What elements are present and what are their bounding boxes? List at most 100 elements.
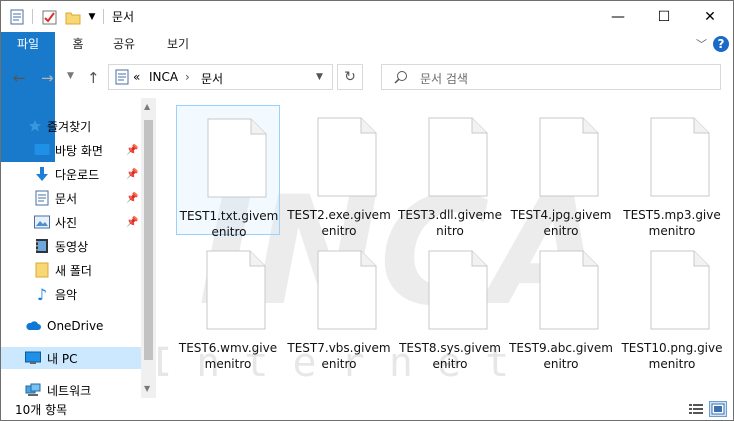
search-icon xyxy=(394,70,408,87)
nav-quick-access[interactable]: 즐겨찾기 xyxy=(1,115,141,137)
breadcrumb-inca[interactable]: INCA xyxy=(149,70,178,84)
nav-onedrive-label: OneDrive xyxy=(47,319,104,333)
file-name: TEST4.jpg.givemenitro xyxy=(510,208,612,238)
file-item[interactable]: TEST2.exe.givemenitro xyxy=(287,105,391,238)
breadcrumb-documents[interactable]: 문서 xyxy=(201,70,223,87)
file-item[interactable]: TEST5.mp3.givemenitro xyxy=(620,105,724,238)
videos-icon xyxy=(34,238,50,254)
nav-item-label: 문서 xyxy=(55,191,78,206)
nav-item-videos[interactable]: 동영상 xyxy=(1,235,141,257)
search-placeholder: 문서 검색 xyxy=(420,72,468,86)
refresh-button[interactable]: ↻ xyxy=(337,64,363,90)
tab-share[interactable]: 공유 xyxy=(103,32,145,56)
recent-locations-chevron-icon[interactable]: ▼ xyxy=(67,71,74,81)
address-bar[interactable]: « INCA › 문서 ▼ xyxy=(108,64,333,90)
tab-view[interactable]: 보기 xyxy=(157,32,199,56)
file-item[interactable]: TEST1.txt.givemenitro xyxy=(176,105,280,239)
file-item[interactable]: TEST7.vbs.givemenitro xyxy=(287,238,391,371)
help-button[interactable]: ? xyxy=(713,36,729,52)
nav-this-pc-label: 내 PC xyxy=(47,351,78,366)
file-item[interactable]: TEST8.sys.givemenitro xyxy=(398,238,502,371)
nav-scroll-thumb[interactable] xyxy=(144,120,153,360)
file-name: TEST10.png.givemenitro xyxy=(621,341,723,371)
blank-file-icon xyxy=(650,117,710,197)
checkmark-icon[interactable] xyxy=(39,7,59,27)
properties-icon[interactable] xyxy=(7,7,27,27)
new-folder-icon[interactable] xyxy=(63,7,83,27)
nav-quick-access-label: 즐겨찾기 xyxy=(47,119,92,134)
explorer-window: ▼ 문서 — ☐ ✕ 파일 홈 공유 보기 ﹀ ? ← → ▼ ↑ « INCA… xyxy=(0,0,734,421)
nav-item-label: 동영상 xyxy=(55,239,89,254)
maximize-button[interactable]: ☐ xyxy=(641,1,687,32)
nav-item-documents[interactable]: 문서 📌 xyxy=(1,187,141,209)
nav-item-downloads[interactable]: 다운로드 📌 xyxy=(1,163,141,185)
network-icon xyxy=(25,382,41,398)
close-button[interactable]: ✕ xyxy=(687,1,733,32)
desktop-icon xyxy=(34,142,50,158)
file-name: TEST2.exe.givemenitro xyxy=(287,208,391,238)
title-separator xyxy=(32,9,33,24)
nav-item-label: 다운로드 xyxy=(55,167,100,182)
tab-home[interactable]: 홈 xyxy=(61,32,95,56)
status-item-count: 10개 항목 xyxy=(15,403,68,417)
pin-icon: 📌 xyxy=(126,168,139,180)
large-icons-view-button[interactable] xyxy=(709,401,727,417)
file-name: TEST8.sys.givemenitro xyxy=(399,341,501,371)
documents-icon xyxy=(34,190,50,206)
onedrive-cloud-icon xyxy=(25,318,41,334)
nav-this-pc[interactable]: 내 PC xyxy=(1,347,141,369)
computer-icon xyxy=(25,350,41,366)
file-name: TEST3.dll.givemenitro xyxy=(398,208,502,238)
blank-file-icon xyxy=(650,250,710,330)
scroll-down-icon[interactable]: ▼ xyxy=(144,384,150,393)
window-title: 문서 xyxy=(112,10,135,24)
nav-item-music[interactable]: ♪ 음악 xyxy=(1,283,141,305)
ribbon-expand-chevron-icon[interactable]: ﹀ xyxy=(696,36,707,52)
file-name: TEST9.abc.givemenitro xyxy=(509,341,613,371)
address-dropdown-chevron-icon[interactable]: ▼ xyxy=(316,72,323,82)
customize-toolbar-chevron-icon[interactable]: ▼ xyxy=(85,7,99,27)
address-row: ← → ▼ ↑ « INCA › 문서 ▼ ↻ 문서 검색 xyxy=(1,57,733,97)
blank-file-icon xyxy=(428,117,488,197)
file-name: TEST6.wmv.givemenitro xyxy=(178,341,278,371)
forward-arrow-icon[interactable]: → xyxy=(41,69,54,87)
blank-file-icon xyxy=(317,117,377,197)
pictures-icon xyxy=(34,214,50,230)
file-name: TEST7.vbs.givemenitro xyxy=(287,341,391,371)
breadcrumb-separator-icon: › xyxy=(185,70,190,84)
blank-file-icon xyxy=(207,118,267,198)
file-item[interactable]: TEST6.wmv.givemenitro xyxy=(176,238,280,371)
pin-icon: 📌 xyxy=(126,144,139,156)
nav-item-label: 바탕 화면 xyxy=(55,143,103,158)
scroll-up-icon[interactable]: ▲ xyxy=(144,102,150,111)
file-item[interactable]: TEST3.dll.givemenitro xyxy=(398,105,502,238)
minimize-button[interactable]: — xyxy=(595,1,641,32)
large-icons-view-icon xyxy=(711,403,725,415)
address-overflow[interactable]: « xyxy=(133,70,140,84)
blank-file-icon xyxy=(539,117,599,197)
documents-location-icon xyxy=(115,69,129,88)
nav-onedrive[interactable]: OneDrive xyxy=(1,315,141,337)
download-icon xyxy=(34,166,50,182)
blank-file-icon xyxy=(539,250,599,330)
file-item[interactable]: TEST9.abc.givemenitro xyxy=(509,238,613,371)
navigation-pane: 즐겨찾기 바탕 화면 📌 다운로드 📌 문서 📌 사진 📌 동영상 새 폴더 ♪… xyxy=(1,98,156,398)
star-icon xyxy=(27,118,43,134)
file-view: INCA I n t e r n e t TEST1.txt.givemenit… xyxy=(158,98,733,398)
nav-item-desktop[interactable]: 바탕 화면 📌 xyxy=(1,139,141,161)
nav-item-new-folder[interactable]: 새 폴더 xyxy=(1,259,141,281)
file-item[interactable]: TEST10.png.givemenitro xyxy=(620,238,724,371)
pin-icon: 📌 xyxy=(126,216,139,228)
up-arrow-icon[interactable]: ↑ xyxy=(87,69,100,87)
nav-scrollbar[interactable]: ▲ ▼ xyxy=(141,98,156,398)
file-item[interactable]: TEST4.jpg.givemenitro xyxy=(509,105,613,238)
status-bar: 10개 항목 xyxy=(1,398,733,420)
back-arrow-icon[interactable]: ← xyxy=(13,69,26,87)
title-bar: ▼ 문서 — ☐ ✕ xyxy=(1,1,733,32)
nav-item-label: 새 폴더 xyxy=(55,263,92,278)
folder-icon xyxy=(34,262,50,278)
search-box[interactable]: 문서 검색 xyxy=(381,64,721,90)
details-view-button[interactable] xyxy=(687,401,705,417)
nav-item-label: 음악 xyxy=(55,287,78,302)
nav-item-pictures[interactable]: 사진 📌 xyxy=(1,211,141,233)
